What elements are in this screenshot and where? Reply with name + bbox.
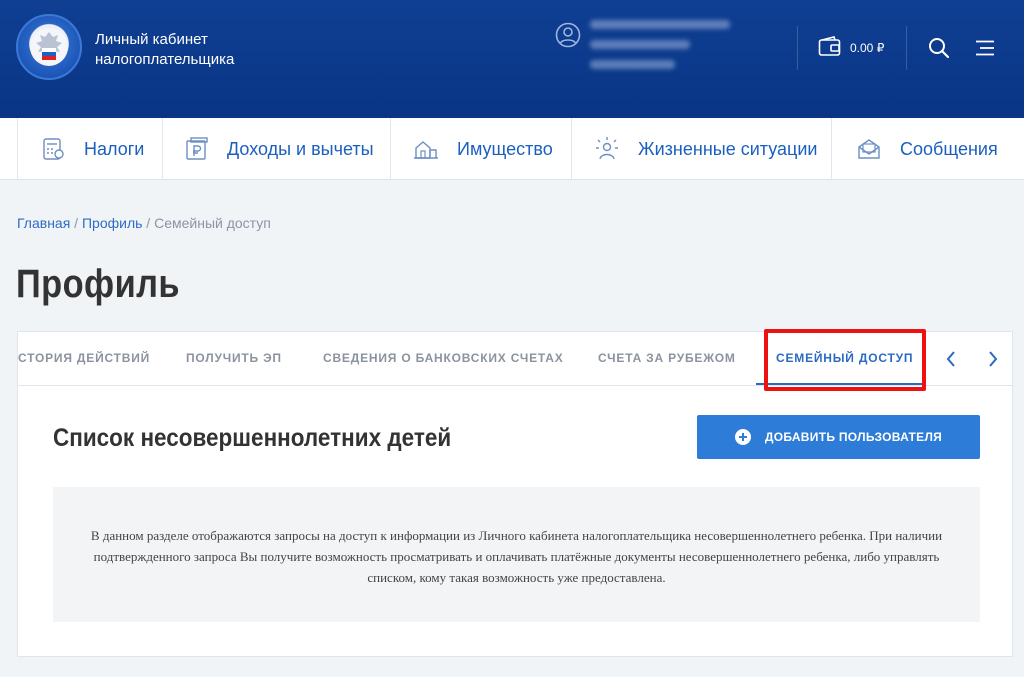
breadcrumb-current: Семейный доступ: [154, 215, 271, 231]
nav-label: Доходы и вычеты: [227, 138, 374, 159]
info-text: В данном разделе отображаются запросы на…: [90, 528, 943, 585]
user-info-blurred[interactable]: [590, 16, 750, 76]
breadcrumb-separator: /: [142, 215, 155, 231]
page-title: Профиль: [16, 262, 181, 306]
user-avatar-icon[interactable]: [555, 22, 581, 48]
nav-label: Налоги: [84, 138, 145, 159]
header-divider: [906, 26, 907, 70]
plus-circle-icon: [734, 429, 751, 445]
nav-item-property[interactable]: Имущество: [391, 118, 572, 180]
nav-item-life-situations[interactable]: Жизненные ситуации: [572, 118, 832, 180]
wallet-icon[interactable]: [818, 36, 842, 58]
tab-foreign-accounts[interactable]: СЧЕТА ЗА РУБЕЖОМ: [598, 351, 736, 365]
nav-item-taxes[interactable]: Налоги: [17, 118, 163, 180]
brand-line-2: налогоплательщика: [95, 51, 235, 68]
menu-icon[interactable]: [975, 40, 995, 56]
brand-line-1: Личный кабинет: [95, 31, 208, 48]
fns-logo[interactable]: [16, 14, 82, 80]
tab-history[interactable]: СТОРИЯ ДЕЙСТВИЙ: [18, 351, 150, 365]
chevron-right-icon[interactable]: [985, 349, 1001, 369]
breadcrumb-separator: /: [70, 215, 82, 231]
nav-label: Жизненные ситуации: [638, 138, 818, 159]
add-user-button[interactable]: ДОБАВИТЬ ПОЛЬЗОВАТЕЛЯ: [697, 415, 980, 459]
add-user-label: ДОБАВИТЬ ПОЛЬЗОВАТЕЛЯ: [764, 430, 943, 444]
highlight-box: [764, 329, 926, 391]
ruble-document-icon: [183, 136, 209, 162]
search-icon[interactable]: [928, 37, 950, 59]
tax-calculator-icon: [40, 136, 66, 162]
eagle-emblem-icon: [30, 28, 68, 66]
brand-title[interactable]: Личный кабинет налогоплательщика: [95, 30, 234, 70]
nav-item-messages[interactable]: Сообщения: [832, 118, 1022, 180]
breadcrumb: Главная / Профиль / Семейный доступ: [17, 215, 271, 231]
nav-label: Сообщения: [900, 138, 998, 159]
profile-card: СТОРИЯ ДЕЙСТВИЙ ПОЛУЧИТЬ ЭП СВЕДЕНИЯ О Б…: [17, 329, 1013, 657]
chevron-left-icon[interactable]: [943, 349, 959, 369]
info-panel: В данном разделе отображаются запросы на…: [53, 487, 980, 622]
breadcrumb-home[interactable]: Главная: [17, 215, 70, 231]
life-situations-icon: [594, 136, 620, 162]
tab-bank-accounts[interactable]: СВЕДЕНИЯ О БАНКОВСКИХ СЧЕТАХ: [323, 351, 564, 365]
section-title: Список несовершеннолетних детей: [53, 424, 452, 452]
property-house-icon: [413, 136, 439, 162]
nav-label: Имущество: [457, 138, 553, 159]
header-divider: [797, 26, 798, 70]
main-nav: Налоги Доходы и вычеты Имущество Жизненн…: [0, 118, 1024, 180]
breadcrumb-profile[interactable]: Профиль: [82, 215, 142, 231]
balance-amount[interactable]: 0.00 ₽: [850, 41, 884, 55]
tab-get-signature[interactable]: ПОЛУЧИТЬ ЭП: [186, 351, 282, 365]
messages-envelope-icon: [856, 136, 882, 162]
nav-item-income[interactable]: Доходы и вычеты: [163, 118, 391, 180]
top-header: Личный кабинет налогоплательщика 0.00 ₽: [0, 0, 1024, 118]
